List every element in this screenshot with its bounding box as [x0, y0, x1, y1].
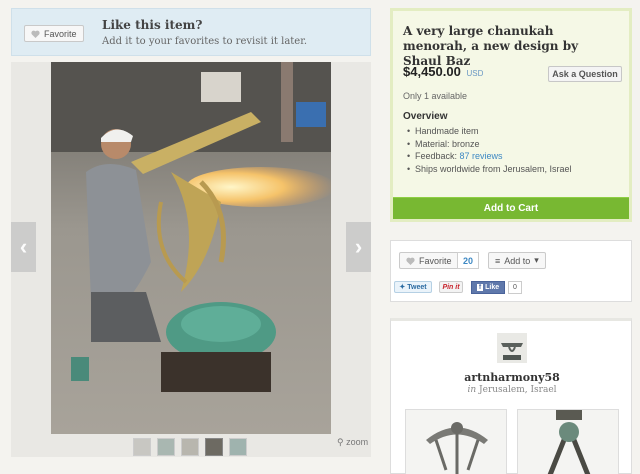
favorite-label: Favorite — [419, 255, 452, 266]
favorite-button-label: Favorite — [44, 28, 77, 39]
list-icon: ≡ — [495, 255, 501, 266]
overview-heading: Overview — [403, 111, 448, 122]
shop-box: artnharmony58 in Jerusalem, Israel — [390, 318, 632, 474]
thumbnail[interactable] — [205, 438, 223, 456]
buy-box: A very large chanukah menorah, a new des… — [390, 8, 632, 222]
next-image-button[interactable]: › — [346, 222, 371, 272]
shop-avatar[interactable] — [497, 333, 527, 363]
currency-code: USD — [466, 69, 484, 78]
add-to-list-button[interactable]: ≡ Add to ▾ — [488, 252, 546, 269]
price: $4,450.00 USD — [403, 64, 483, 79]
fb-like-label: Like — [485, 284, 500, 291]
magnifier-icon: ⚲ — [337, 437, 344, 447]
location-text: Jerusalem, Israel — [479, 385, 557, 395]
social-box: Favorite 20 ≡ Add to ▾ ✦ Tweet Pin it f … — [390, 240, 632, 302]
overview-item-feedback: Feedback: 87 reviews — [407, 150, 572, 163]
thumbnail[interactable] — [229, 438, 247, 456]
feedback-label: Feedback: — [415, 151, 460, 161]
twitter-bird-icon: ✦ — [399, 284, 406, 291]
thumbnail[interactable] — [181, 438, 199, 456]
pinit-button[interactable]: Pin it — [439, 281, 463, 293]
chevron-down-icon: ▾ — [534, 255, 539, 265]
heart-icon — [406, 257, 415, 265]
favorite-button-small[interactable]: Favorite — [399, 252, 459, 269]
shop-item-thumbnail[interactable] — [405, 409, 507, 474]
fb-like-count: 0 — [508, 281, 522, 294]
tweet-label: Tweet — [407, 283, 427, 291]
availability-text: Only 1 available — [403, 91, 468, 101]
shop-name[interactable]: artnharmony58 — [391, 371, 633, 384]
reviews-link[interactable]: 87 reviews — [460, 151, 503, 161]
heart-icon — [31, 30, 40, 38]
previous-image-button[interactable]: ‹ — [11, 222, 36, 272]
favorite-banner: Favorite Like this item? Add it to your … — [11, 8, 371, 56]
shop-item-thumbnail[interactable] — [517, 409, 619, 474]
thumbnail-strip — [133, 438, 247, 456]
chevron-left-icon: ‹ — [19, 234, 28, 259]
overview-item: Handmade item — [407, 125, 572, 138]
zoom-link[interactable]: ⚲ zoom — [337, 437, 368, 448]
tweet-button[interactable]: ✦ Tweet — [394, 281, 432, 293]
overview-item: Material: bronze — [407, 138, 572, 151]
thumbnail[interactable] — [133, 438, 151, 456]
add-to-label: Add to — [504, 255, 531, 266]
price-value: $4,450.00 — [403, 64, 461, 79]
listing-page: Favorite Like this item? Add it to your … — [0, 0, 640, 474]
add-to-cart-button[interactable]: Add to Cart — [393, 197, 629, 219]
image-gallery: ‹ › ⚲ zoom — [11, 62, 371, 457]
banner-title: Like this item? — [102, 18, 203, 32]
thumbnail[interactable] — [157, 438, 175, 456]
banner-subtitle: Add it to your favorites to revisit it l… — [102, 36, 308, 47]
facebook-like-button[interactable]: f Like — [471, 281, 505, 294]
location-prefix: in — [467, 385, 477, 395]
product-title: A very large chanukah menorah, a new des… — [403, 24, 579, 68]
chevron-right-icon: › — [354, 234, 363, 259]
overview-item: Ships worldwide from Jerusalem, Israel — [407, 163, 572, 176]
shop-location: in Jerusalem, Israel — [391, 385, 633, 395]
zoom-label: zoom — [346, 437, 369, 447]
product-photo[interactable] — [51, 62, 331, 434]
overview-list: Handmade item Material: bronze Feedback:… — [407, 125, 572, 175]
favorite-count[interactable]: 20 — [457, 252, 479, 269]
favorite-button[interactable]: Favorite — [24, 25, 84, 42]
facebook-icon: f — [476, 284, 484, 291]
ask-question-button[interactable]: Ask a Question — [548, 66, 622, 82]
